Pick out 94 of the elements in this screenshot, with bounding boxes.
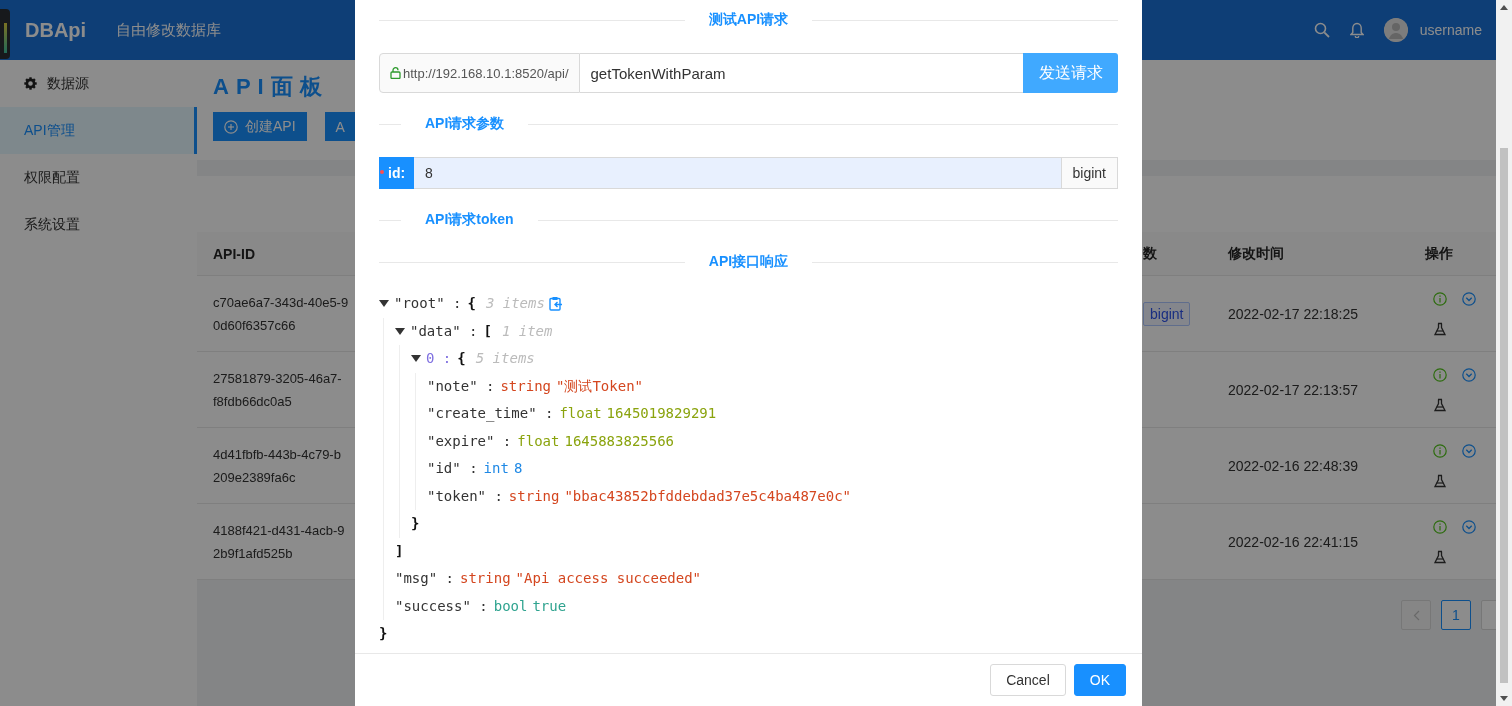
flask-icon[interactable]: [1433, 473, 1447, 488]
value-type: float: [517, 431, 560, 451]
sidebar-item[interactable]: 权限配置: [0, 154, 197, 201]
page-title: API面板: [213, 73, 329, 101]
section-divider-title: 测试API请求: [707, 11, 790, 29]
expand-triangle-icon[interactable]: [379, 300, 389, 308]
app-subtitle: 自由修改数据库: [116, 20, 222, 40]
info-circle-icon[interactable]: [1433, 519, 1447, 534]
table-cell: 2022-02-16 22:41:15: [1228, 504, 1425, 580]
chevron-left-icon: [1412, 609, 1420, 621]
json-value: 1645883825566: [564, 431, 675, 451]
send-request-button[interactable]: 发送请求: [1023, 53, 1118, 93]
bell-icon[interactable]: [1349, 22, 1364, 38]
expand-triangle-icon[interactable]: [395, 327, 405, 335]
chevron-down-circle-icon[interactable]: [1462, 367, 1476, 382]
scroll-down-icon[interactable]: [1500, 696, 1508, 701]
username[interactable]: username: [1419, 22, 1482, 38]
sidebar-item[interactable]: API管理: [0, 107, 197, 154]
ok-button[interactable]: OK: [1073, 664, 1126, 696]
json-bracket: {: [457, 349, 466, 368]
param-type: bigint: [1060, 157, 1118, 189]
app-logo[interactable]: DBApi: [25, 18, 87, 42]
flask-icon[interactable]: [1433, 321, 1447, 336]
info-circle-icon[interactable]: [1433, 291, 1447, 306]
section-divider-title: API请求token: [424, 211, 515, 229]
json-key: "token" :: [427, 482, 503, 510]
json-bracket: {: [467, 294, 476, 313]
json-key: "id" :: [427, 455, 478, 483]
json-key: "msg" :: [395, 565, 454, 593]
json-key: "note" :: [427, 372, 495, 400]
copy-icon[interactable]: [548, 296, 563, 312]
info-circle-icon[interactable]: [1433, 367, 1447, 382]
chevron-down-circle-icon[interactable]: [1462, 519, 1476, 534]
page-number-button[interactable]: 1: [1441, 600, 1471, 630]
json-key: "success" :: [395, 592, 488, 620]
json-value: 1645019829291: [606, 404, 717, 423]
info-circle-icon[interactable]: [1433, 443, 1447, 458]
json-key: "data" :: [410, 317, 478, 345]
json-value: 8: [513, 459, 523, 478]
api-path-field[interactable]: getTokenWithParam: [579, 53, 1023, 93]
api-id-text: c70ae6a7-343d-40e5-9: [213, 293, 349, 312]
api-id-text: 0d60f6357c66: [213, 316, 297, 335]
api-id-text: 27581879-3205-46a7-: [213, 369, 342, 388]
section-divider-title: API请求参数: [424, 115, 506, 133]
search-icon[interactable]: [1313, 22, 1330, 38]
table-cell: 2022-02-17 22:18:25: [1228, 276, 1425, 352]
value-type: bool: [493, 596, 528, 616]
json-value: "Api access succeeded": [515, 569, 702, 588]
flask-icon[interactable]: [1433, 549, 1447, 564]
json-bracket: }: [379, 624, 388, 643]
value-type: float: [559, 404, 602, 423]
api-id-text: 209e2389fa6c: [213, 468, 297, 487]
item-count: 3 items: [485, 294, 545, 313]
chevron-down-circle-icon[interactable]: [1462, 291, 1476, 306]
json-bracket: }: [411, 514, 420, 533]
avatar[interactable]: [1383, 18, 1408, 42]
json-value: "bbac43852bfddebdad37e5c4ba487e0c": [564, 486, 851, 506]
json-key: "create_time" :: [427, 400, 554, 428]
scroll-up-icon[interactable]: [1500, 5, 1508, 10]
json-bracket: ]: [395, 541, 404, 561]
param-value-field[interactable]: 8: [414, 157, 1061, 189]
value-type: string: [460, 569, 511, 588]
json-value: true: [532, 596, 567, 616]
table-cell: 2022-02-16 22:48:39: [1228, 428, 1425, 504]
toolbar-button[interactable]: A: [324, 112, 356, 141]
widget-meter-icon: [0, 9, 10, 59]
value-type: int: [483, 459, 509, 478]
param-label: id:: [379, 157, 415, 189]
api-id-text: f8fdb66dc0a5: [213, 392, 293, 411]
sidebar-item[interactable]: 数据源: [0, 60, 197, 107]
json-bracket: [: [483, 321, 492, 341]
api-id-text: 4188f421-d431-4acb-9: [213, 521, 345, 540]
item-count: 1 item: [501, 321, 553, 341]
scrollbar-thumb[interactable]: [1500, 148, 1508, 683]
value-type: string: [508, 486, 560, 506]
json-value: "测试Token": [556, 376, 644, 396]
param-tag: bigint: [1143, 301, 1191, 326]
api-id-text: 4d41fbfb-443b-4c79-b: [213, 445, 341, 464]
toolbar-button[interactable]: 创建API: [213, 112, 307, 141]
value-type: string: [500, 376, 551, 396]
chevron-down-circle-icon[interactable]: [1462, 443, 1476, 458]
table-cell: 2022-02-17 22:13:57: [1228, 352, 1425, 428]
lock-icon: [390, 67, 401, 79]
expand-triangle-icon[interactable]: [411, 355, 421, 363]
cancel-button[interactable]: Cancel: [990, 664, 1066, 696]
sidebar-item[interactable]: 系统设置: [0, 201, 197, 248]
json-key: "expire" :: [427, 427, 512, 455]
json-key: "root" :: [394, 290, 462, 318]
section-divider-title: API接口响应: [707, 253, 790, 271]
json-key: 0 :: [426, 345, 452, 373]
url-prefix-text: http://192.168.10.1:8520/api/: [403, 65, 569, 81]
item-count: 5 items: [475, 349, 535, 368]
flask-icon[interactable]: [1433, 397, 1447, 412]
api-id-text: 2b9f1afd525b: [213, 544, 294, 563]
